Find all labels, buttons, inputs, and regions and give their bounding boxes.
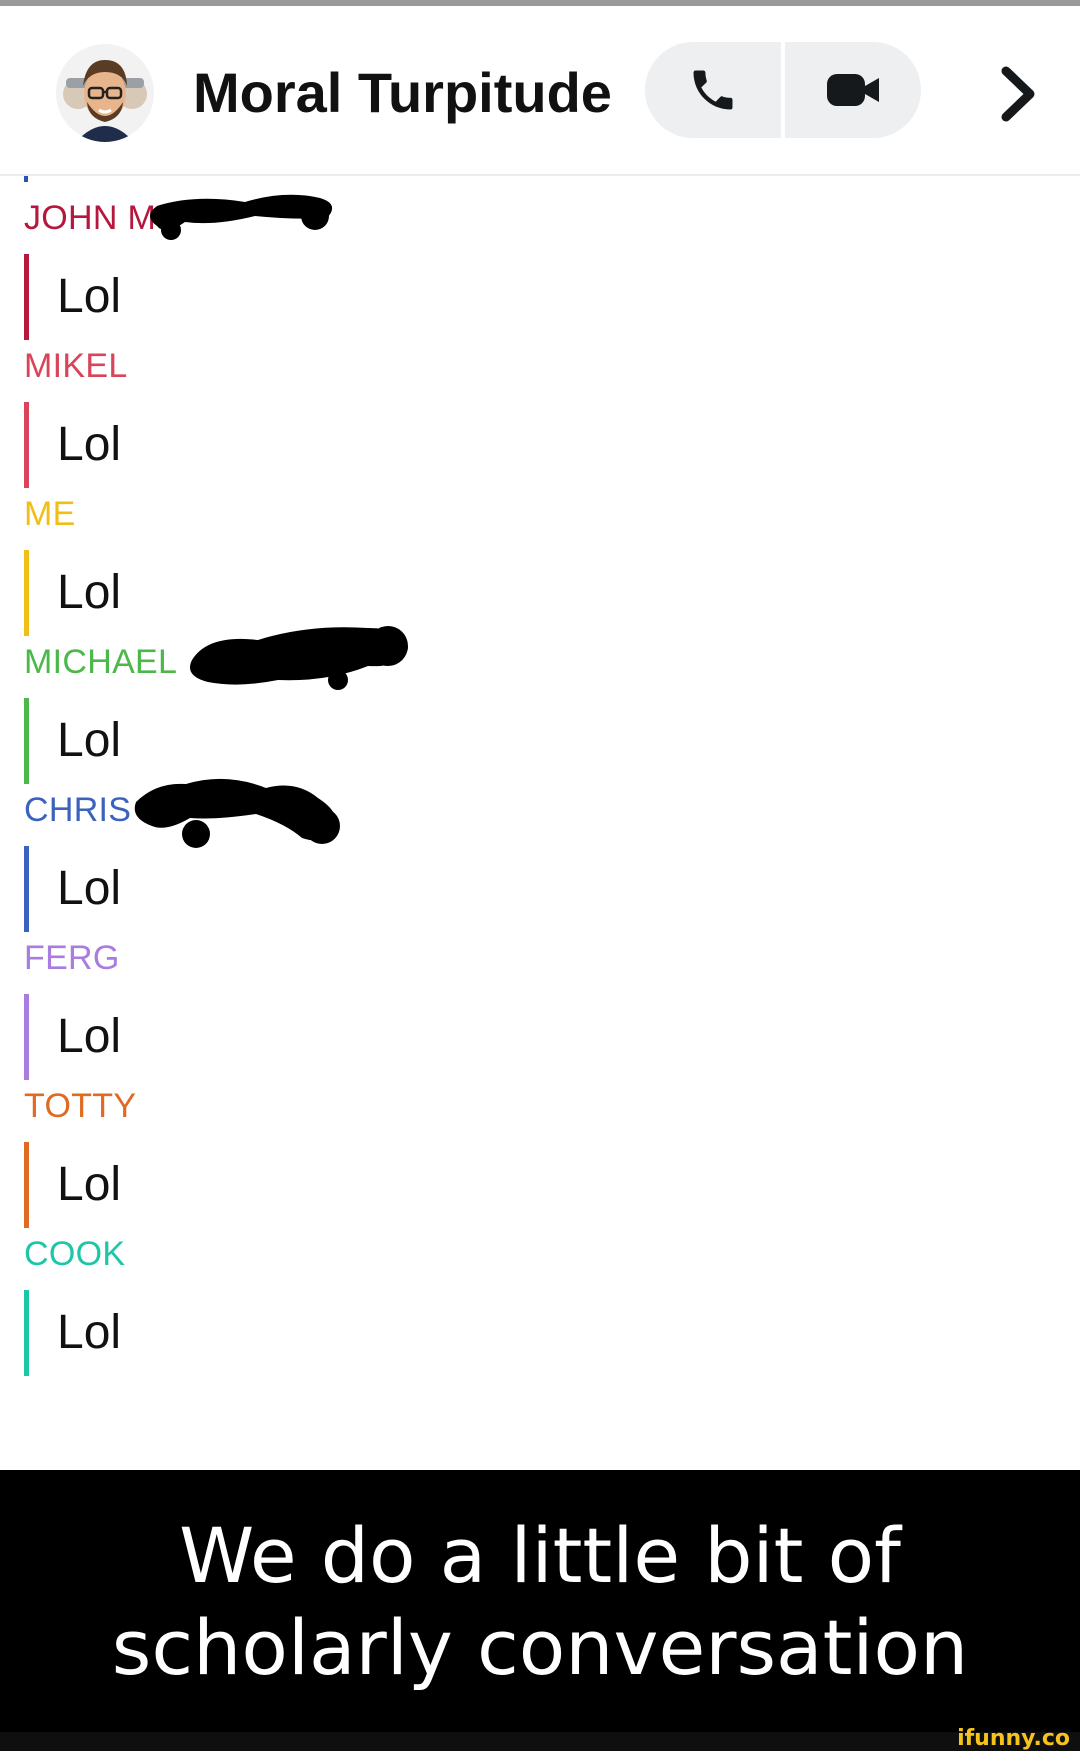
sender-name: MIKEL [24, 347, 128, 385]
message-body: Lol [24, 846, 924, 932]
sender-name: FERG [24, 939, 120, 977]
group-title[interactable]: Moral Turpitude [193, 60, 612, 125]
caption-line-2: scholarly conversation [111, 1603, 969, 1692]
message-item[interactable]: MIKEL Lol [24, 346, 924, 488]
message-item[interactable]: TOTTY Lol [24, 1086, 924, 1228]
more-button[interactable] [990, 58, 1046, 130]
watermark-text: ifunny.co [957, 1726, 1070, 1751]
video-call-button[interactable] [785, 42, 921, 138]
message-body: Lol [24, 1142, 924, 1228]
message-item[interactable]: ME Lol [24, 494, 924, 636]
watermark-bar: ifunny.co [0, 1726, 1080, 1751]
message-body: Lol [24, 994, 924, 1080]
group-avatar[interactable] [56, 44, 154, 142]
bitmoji-group-avatar-icon [63, 60, 147, 142]
message-item[interactable]: COOK Lol [24, 1234, 924, 1376]
caption-line-1: We do a little bit of [179, 1511, 901, 1600]
chat-header: Moral Turpitude [0, 6, 1080, 176]
chevron-right-icon [1001, 66, 1035, 122]
redaction-scribble [134, 778, 340, 848]
message-body: Lol [24, 1290, 924, 1376]
voice-call-button[interactable] [645, 42, 781, 138]
call-controls [645, 42, 921, 138]
meme-caption: We do a little bit of scholarly conversa… [0, 1470, 1080, 1732]
sender-name: TOTTY [24, 1087, 137, 1125]
message-text: Lol [57, 1158, 122, 1211]
message-body: Lol [24, 254, 924, 340]
message-body: Lol [24, 550, 924, 636]
sender-name: ME [24, 495, 76, 533]
previous-message-edge [24, 176, 28, 182]
redaction-scribble [190, 626, 408, 690]
message-text: Lol [57, 1306, 122, 1359]
message-text: Lol [57, 418, 122, 471]
message-text: Lol [57, 1010, 122, 1063]
phone-icon [693, 70, 733, 110]
message-text: Lol [57, 270, 122, 323]
message-item[interactable]: FERG Lol [24, 938, 924, 1080]
video-camera-icon [827, 74, 879, 106]
message-body: Lol [24, 402, 924, 488]
message-text: Lol [57, 862, 122, 915]
sender-name: MICHAEL [24, 643, 178, 681]
redaction-scribble [150, 194, 333, 240]
chat-screen: Moral Turpitude JOHN M Lol MIKEL Lol ME … [0, 6, 1080, 1470]
sender-name: COOK [24, 1235, 126, 1273]
